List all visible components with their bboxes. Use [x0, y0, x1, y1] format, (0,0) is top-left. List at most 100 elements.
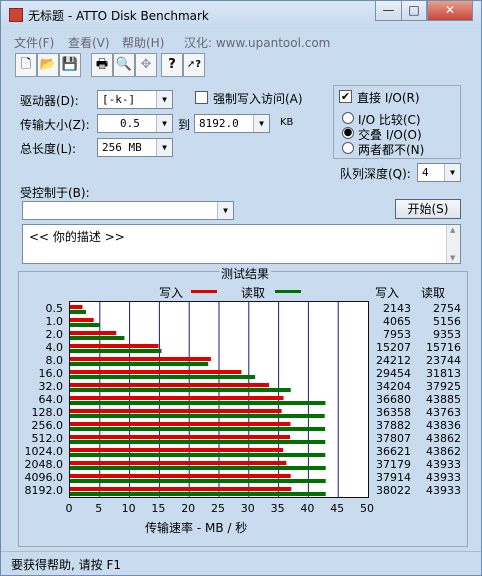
status-text: 要获得帮助, 请按 F1: [11, 558, 121, 572]
drive-select[interactable]: [-k-] ▼: [97, 90, 173, 109]
window-title: 无标题 - ATTO Disk Benchmark: [28, 9, 209, 23]
queue-depth-value: 4: [422, 166, 429, 179]
legend-write-swatch: [191, 290, 217, 293]
category-label: 32.0: [38, 380, 64, 393]
description-textarea[interactable]: << 你的描述 >> ▲ ▼: [22, 224, 461, 264]
write-bar: [70, 396, 284, 400]
write-value-label: 7953: [383, 328, 411, 341]
start-button[interactable]: 开始(S): [395, 199, 461, 219]
overlapped-io-radio[interactable]: ●: [342, 127, 354, 139]
minimize-button[interactable]: —: [375, 1, 402, 21]
write-value-label: 37882: [376, 419, 411, 432]
category-label: 4096.0: [24, 471, 64, 484]
read-bar: [70, 492, 326, 496]
read-bar: [70, 375, 256, 379]
x-tick-label: 45: [330, 502, 345, 515]
chevron-down-icon: ▼: [217, 202, 233, 219]
chevron-down-icon: ▼: [156, 139, 172, 156]
category-label: 256.0: [31, 419, 64, 432]
read-bar: [70, 466, 326, 470]
read-value-label: 43862: [426, 445, 461, 458]
queue-depth-label: 队列深度(Q):: [340, 167, 411, 181]
write-bar: [70, 305, 83, 309]
read-value-label: 23744: [426, 354, 461, 367]
transfer-unit: KB: [280, 117, 294, 128]
read-value-label: 43763: [426, 406, 461, 419]
menu-view[interactable]: 查看(V): [68, 34, 110, 51]
menu-help[interactable]: 帮助(H): [122, 34, 164, 51]
close-button[interactable]: ✕: [427, 1, 473, 21]
write-value-label: 29454: [376, 367, 411, 380]
save-icon[interactable]: 💾: [59, 53, 81, 77]
scroll-up-icon[interactable]: ▲: [450, 226, 455, 234]
new-file-icon[interactable]: 🗋: [15, 53, 37, 77]
total-length-select[interactable]: 256 MB ▼: [97, 138, 173, 157]
description-scrollbar[interactable]: ▲ ▼: [446, 225, 460, 263]
read-value-label: 31813: [426, 367, 461, 380]
neither-radio[interactable]: [342, 142, 354, 154]
help-question-icon[interactable]: ?: [161, 53, 183, 77]
print-icon[interactable]: 🖶: [91, 53, 113, 77]
x-tick-label: 35: [270, 502, 285, 515]
read-value-label: 43933: [426, 484, 461, 497]
read-value-label: 43885: [426, 393, 461, 406]
results-panel: 测试结果 写入 读取 写入 读取 传输速率 - MB / 秒 0.5 2143 27…: [18, 265, 468, 547]
category-label: 2.0: [45, 328, 64, 341]
write-bar: [70, 331, 117, 335]
transfer-from-select[interactable]: 0.5 ▼: [97, 114, 173, 133]
io-compare-radio[interactable]: [342, 112, 354, 124]
category-label: 0.5: [45, 302, 64, 315]
read-value-label: 5156: [433, 315, 461, 328]
write-value-label: 34204: [376, 380, 411, 393]
print-preview-icon[interactable]: 🔍: [113, 53, 135, 77]
chart-title: 测试结果: [219, 265, 272, 282]
transfer-to-select[interactable]: 8192.0 ▼: [194, 114, 270, 133]
direct-io-checkbox[interactable]: ✔: [339, 90, 352, 103]
write-value-label: 38022: [376, 484, 411, 497]
move-icon[interactable]: ✥: [135, 53, 157, 77]
scroll-down-icon[interactable]: ▼: [450, 254, 455, 262]
context-help-icon[interactable]: ➚?: [183, 53, 205, 77]
total-length-value: 256 MB: [102, 141, 142, 154]
read-bar: [70, 388, 291, 392]
x-tick-label: 50: [360, 502, 374, 515]
write-bar: [70, 383, 270, 387]
controlled-by-select[interactable]: ▼: [22, 201, 234, 220]
read-bar: [70, 349, 162, 353]
menu-file[interactable]: 文件(F): [14, 34, 54, 51]
chart-svg: [70, 302, 339, 497]
read-value-label: 15716: [426, 341, 461, 354]
read-bar: [70, 362, 209, 366]
read-value-label: 2754: [433, 302, 461, 315]
category-label: 8192.0: [24, 484, 64, 497]
write-bar: [70, 409, 282, 413]
title-bar[interactable]: 无标题 - ATTO Disk Benchmark — □ ✕: [1, 1, 481, 29]
transfer-to-value: 8192.0: [199, 117, 239, 130]
transfer-to-label: 到: [178, 118, 191, 132]
category-label: 2048.0: [24, 458, 64, 471]
read-bar: [70, 323, 101, 327]
maximize-button[interactable]: □: [401, 1, 427, 21]
write-bar: [70, 487, 292, 491]
write-value-label: 37807: [376, 432, 411, 445]
app-window: 无标题 - ATTO Disk Benchmark — □ ✕ 文件(F) 查看…: [0, 0, 482, 576]
write-column-header: 写入: [375, 286, 400, 300]
write-value-label: 37914: [376, 471, 411, 484]
legend-write-label: 写入: [159, 286, 184, 300]
x-tick-label: 40: [300, 502, 315, 515]
read-bar: [70, 440, 326, 444]
queue-depth-select[interactable]: 4 ▼: [417, 163, 461, 182]
open-folder-icon[interactable]: 📂: [37, 53, 59, 77]
write-bar: [70, 318, 94, 322]
x-tick-label: 20: [181, 502, 196, 515]
settings-panel: 驱动器(D): [-k-] ▼ 传输大小(Z): 0.5 ▼ 到 8192.0 …: [10, 81, 472, 549]
write-bar: [70, 474, 291, 478]
x-tick-label: 10: [121, 502, 136, 515]
x-tick-label: 15: [151, 502, 166, 515]
menu-localization-link[interactable]: 汉化: www.upantool.com: [184, 34, 330, 51]
read-bar: [70, 336, 125, 340]
force-write-checkbox[interactable]: [195, 91, 208, 104]
read-bar: [70, 414, 325, 418]
write-value-label: 2143: [383, 302, 411, 315]
category-label: 128.0: [31, 406, 64, 419]
